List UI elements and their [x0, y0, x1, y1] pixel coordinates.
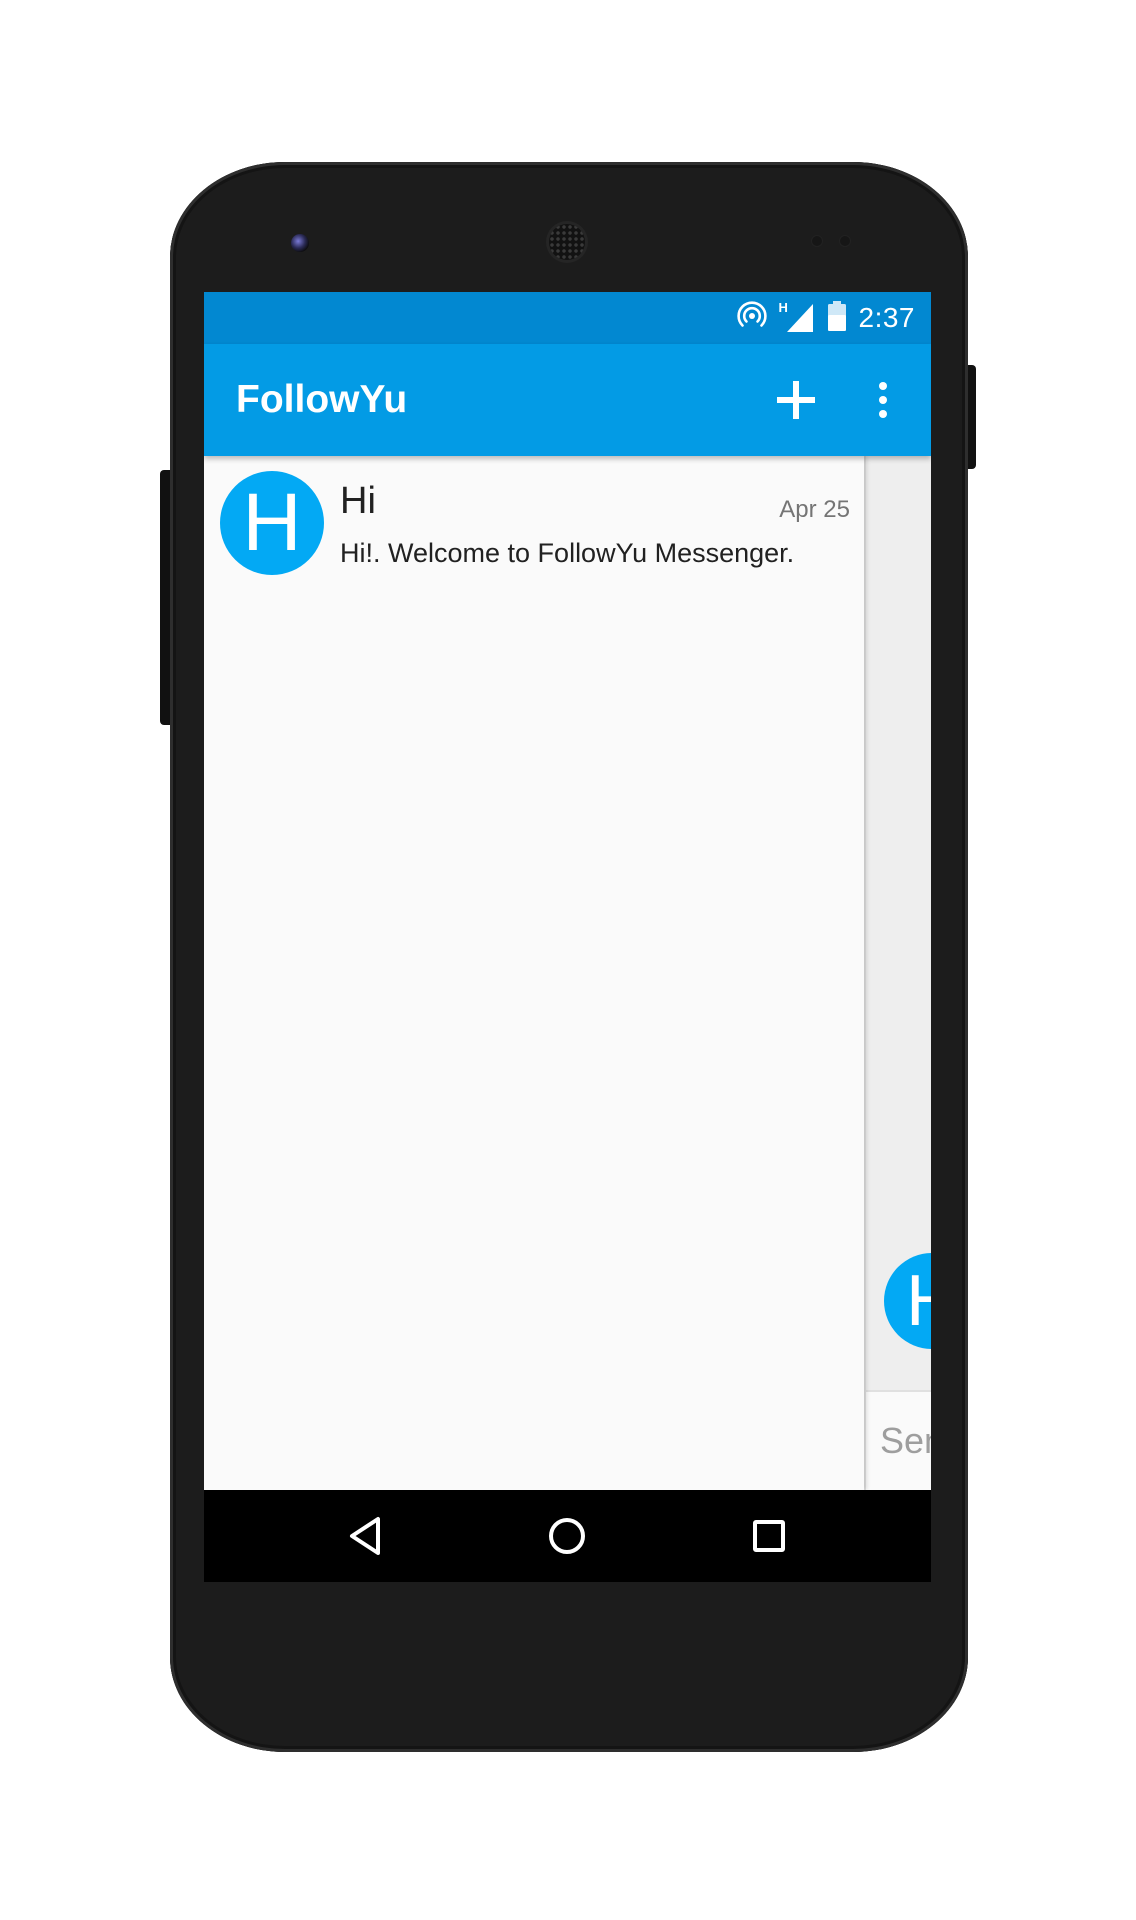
more-vert-icon [879, 382, 887, 418]
battery-icon [827, 300, 847, 337]
conversation-title: Hi [340, 480, 376, 522]
recents-button[interactable] [739, 1506, 799, 1566]
status-icons: H 2:37 [736, 292, 916, 344]
message-compose-area [866, 1390, 931, 1490]
home-icon [549, 1518, 585, 1554]
light-sensor [840, 236, 850, 246]
avatar: H [220, 471, 324, 575]
message-input[interactable] [880, 1416, 931, 1466]
signal-icon: H [779, 300, 815, 334]
status-time: 2:37 [858, 302, 915, 333]
earpiece-speaker [549, 224, 585, 260]
back-button[interactable] [335, 1506, 395, 1566]
page: H 2:37 FollowYu H Hi Apr 25 Hi!. Welcome… [0, 0, 1136, 1920]
front-camera [291, 234, 309, 252]
app-title: FollowYu [236, 378, 408, 421]
conversation-preview: Hi!. Welcome to FollowYu Messenger. [340, 538, 795, 568]
conversation-item[interactable]: H Hi Apr 25 Hi!. Welcome to FollowYu Mes… [204, 456, 864, 586]
conversation-date: Apr 25 [779, 496, 850, 523]
chat-detail-pane: H [864, 456, 931, 1490]
status-bar: H 2:37 [204, 292, 931, 344]
hotspot-icon [736, 300, 767, 336]
app-bar: FollowYu [204, 344, 931, 456]
more-options-button[interactable] [858, 370, 908, 430]
home-button[interactable] [537, 1506, 597, 1566]
back-icon [350, 1517, 380, 1555]
add-icon [777, 381, 815, 419]
navigation-bar [204, 1490, 931, 1582]
add-button[interactable] [766, 370, 826, 430]
chat-avatar: H [884, 1253, 931, 1349]
phone-screen: H 2:37 FollowYu H Hi Apr 25 Hi!. Welcome… [204, 292, 931, 1582]
proximity-sensor [812, 236, 822, 246]
recents-icon [753, 1520, 785, 1552]
conversation-list: H Hi Apr 25 Hi!. Welcome to FollowYu Mes… [204, 456, 864, 1490]
